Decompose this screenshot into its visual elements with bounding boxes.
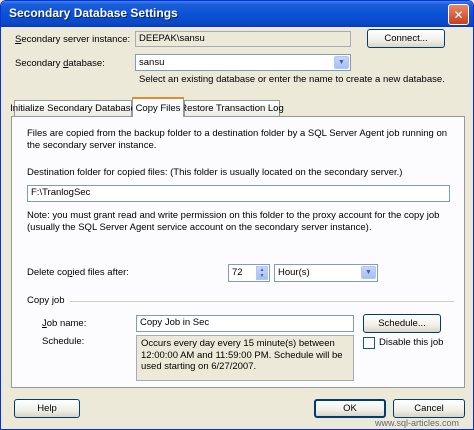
delete-unit-select[interactable]: Hour(s) ▼ (274, 264, 378, 282)
schedule-description: Occurs every day every 15 minute(s) betw… (136, 335, 354, 381)
schedule-label: Schedule: (42, 336, 85, 347)
secondary-database-combo[interactable]: sansu ▼ (135, 54, 351, 71)
job-name-input[interactable]: Copy Job in Sec (136, 315, 354, 332)
delete-copied-files-label: Delete copied files after: (27, 267, 129, 278)
ok-button[interactable]: OK (314, 399, 386, 418)
server-instance-label: Secondary server instance: (15, 34, 131, 45)
database-hint: Select an existing database or enter the… (139, 74, 445, 85)
watermark: www.sql-articles.com (374, 418, 459, 428)
copy-files-panel: Files are copied from the backup folder … (11, 116, 465, 388)
delete-after-value: 72 (232, 267, 243, 278)
disable-job-label: Disable this job (379, 337, 444, 348)
secondary-database-label: Secondary database: (15, 58, 105, 69)
cancel-button[interactable]: Cancel (393, 399, 465, 418)
server-instance-field: DEEPAK\sansu (135, 31, 351, 47)
delete-unit-value: Hour(s) (278, 267, 310, 278)
permission-note: Note: you must grant read and write perm… (27, 210, 440, 233)
job-name-label: Job name: (42, 318, 87, 329)
secondary-database-settings-dialog: Secondary Database Settings ✕ Secondary … (0, 0, 474, 430)
tab-restore-transaction-log[interactable]: Restore Transaction Log (180, 100, 284, 116)
schedule-button[interactable]: Schedule... (363, 314, 441, 333)
copy-job-header: Copy job (27, 295, 65, 306)
tab-copy-files[interactable]: Copy Files (132, 97, 184, 117)
window-title: Secondary Database Settings (9, 6, 178, 20)
destination-folder-label: Destination folder for copied files: (Th… (27, 167, 403, 178)
connect-button[interactable]: Connect... (367, 29, 445, 48)
secondary-database-value: sansu (139, 57, 165, 68)
chevron-down-icon[interactable]: ▼ (334, 56, 349, 69)
disable-job-checkbox[interactable] (363, 337, 375, 349)
up-down-icon[interactable]: ▲ ▼ (256, 266, 268, 280)
delete-after-stepper[interactable]: 72 ▲ ▼ (228, 264, 270, 282)
chevron-down-icon[interactable]: ▼ (361, 266, 376, 279)
copy-files-intro: Files are copied from the backup folder … (27, 128, 448, 151)
destination-folder-input[interactable]: F:\TranlogSec (27, 185, 450, 202)
close-icon[interactable]: ✕ (448, 4, 469, 25)
copy-job-divider (70, 301, 454, 302)
help-button[interactable]: Help (14, 399, 80, 418)
title-bar[interactable]: Secondary Database Settings ✕ (1, 1, 473, 27)
tab-initialize-secondary-database[interactable]: Initialize Secondary Database (10, 100, 136, 116)
